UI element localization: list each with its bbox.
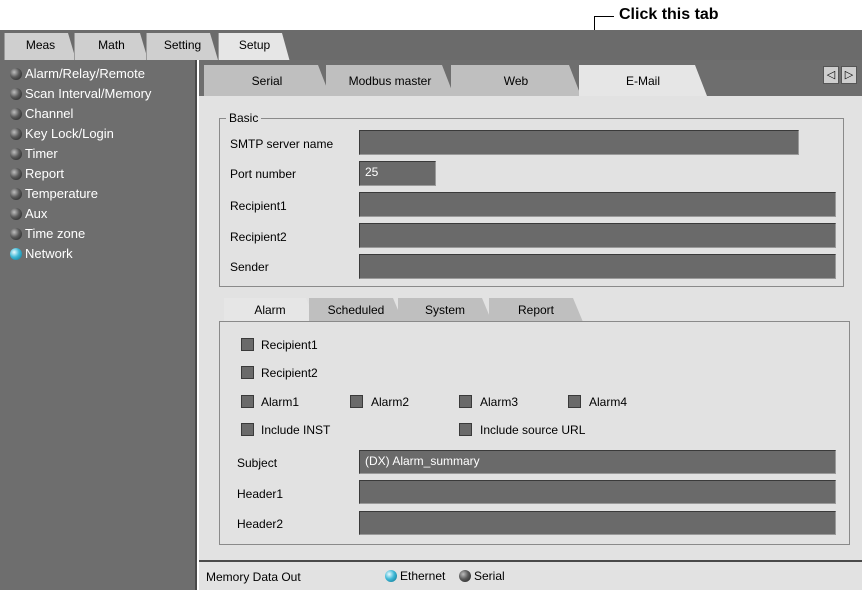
include-url-checkbox[interactable] [459, 423, 472, 436]
sidebar-item-channel[interactable]: Channel [10, 104, 73, 124]
tab-email[interactable]: E-Mail [579, 65, 707, 96]
sidebar-item-time-zone[interactable]: Time zone [10, 224, 85, 244]
serial-radio-label: Serial [474, 569, 505, 583]
include-inst-label: Include INST [261, 423, 331, 437]
scroll-right-button[interactable]: ▷ [841, 66, 857, 84]
sidebar-item-label: Aux [25, 206, 48, 221]
recipient2-checkbox-label: Recipient2 [261, 366, 318, 380]
recipient1-field[interactable] [359, 192, 836, 217]
subject-label: Subject [237, 456, 278, 470]
alarm2-label: Alarm2 [371, 395, 410, 409]
header2-label: Header2 [237, 517, 284, 531]
sidebar-item-label: Report [25, 166, 65, 181]
sidebar-item-timer[interactable]: Timer [10, 144, 58, 164]
triangle-right-icon: ▷ [844, 69, 854, 81]
status-ball-icon [10, 228, 22, 240]
smtp-server-field[interactable] [359, 130, 799, 155]
tab-modbus-master[interactable]: Modbus master [326, 65, 454, 96]
sidebar-item-label: Alarm/Relay/Remote [25, 66, 145, 81]
status-ball-icon [10, 188, 22, 200]
sidebar-item-key-lock-login[interactable]: Key Lock/Login [10, 124, 114, 144]
sender-field[interactable] [359, 254, 836, 279]
radio-selected-icon [385, 570, 397, 582]
include-url-label: Include source URL [480, 423, 586, 437]
sidebar-item-label: Key Lock/Login [25, 126, 114, 141]
tab-math[interactable]: Math [74, 33, 148, 60]
tab-setting[interactable]: Setting [146, 33, 218, 60]
sidebar-item-label: Time zone [25, 226, 86, 241]
sub-tab-bar: Serial Modbus master Web E-Mail ◁ ▷ [199, 60, 862, 96]
tab-meas[interactable]: Meas [4, 33, 76, 60]
sidebar-item-alarm-relay-remote[interactable]: Alarm/Relay/Remote [10, 64, 145, 84]
recipient2-checkbox[interactable] [241, 366, 254, 379]
annotation-line [594, 16, 614, 17]
recipient2-field[interactable] [359, 223, 836, 248]
recipient1-checkbox[interactable] [241, 338, 254, 351]
tab-setup[interactable]: Setup [218, 33, 290, 62]
port-number-label: Port number [230, 167, 297, 181]
sidebar-item-temperature[interactable]: Temperature [10, 184, 98, 204]
port-number-field[interactable]: 25 [359, 161, 436, 186]
header1-label: Header1 [237, 487, 284, 501]
serial-radio[interactable]: Serial [459, 569, 505, 583]
basic-legend: Basic [229, 111, 259, 125]
alarm1-checkbox[interactable] [241, 395, 254, 408]
tab-web[interactable]: Web [451, 65, 581, 96]
status-ball-icon [10, 68, 22, 80]
header1-field[interactable] [359, 480, 836, 504]
sidebar-item-label: Scan Interval/Memory [25, 86, 152, 101]
tab-serial[interactable]: Serial [204, 65, 330, 96]
sender-label: Sender [230, 260, 269, 274]
subject-field[interactable]: (DX) Alarm_summary [359, 450, 836, 474]
sidebar-item-label: Timer [25, 146, 58, 161]
sidebar-item-label: Network [25, 246, 73, 261]
triangle-left-icon: ◁ [826, 69, 836, 81]
ethernet-radio[interactable]: Ethernet [385, 569, 445, 583]
sidebar-item-scan-interval-memory[interactable]: Scan Interval/Memory [10, 84, 151, 104]
sidebar-item-network[interactable]: Network [10, 244, 73, 264]
include-inst-checkbox[interactable] [241, 423, 254, 436]
status-ball-icon [10, 148, 22, 160]
top-tab-bar: Meas Math Setting Setup [0, 30, 862, 60]
alarm3-label: Alarm3 [480, 395, 519, 409]
annotation-text: Click this tab [619, 6, 719, 23]
alarm4-label: Alarm4 [589, 395, 628, 409]
recipient1-checkbox-label: Recipient1 [261, 338, 318, 352]
status-ball-icon [10, 128, 22, 140]
sidebar-item-label: Channel [25, 106, 74, 121]
selected-ball-icon [10, 248, 22, 260]
sidebar: Alarm/Relay/Remote Scan Interval/Memory … [0, 60, 197, 590]
alarm4-checkbox[interactable] [568, 395, 581, 408]
scroll-left-button[interactable]: ◁ [823, 66, 839, 84]
alarm1-label: Alarm1 [261, 395, 300, 409]
ethernet-radio-label: Ethernet [400, 569, 446, 583]
sidebar-item-report[interactable]: Report [10, 164, 64, 184]
smtp-server-label: SMTP server name [230, 137, 334, 151]
header2-field[interactable] [359, 511, 836, 535]
tab-report[interactable]: Report [489, 298, 583, 322]
status-ball-icon [10, 208, 22, 220]
tab-scheduled[interactable]: Scheduled [309, 298, 403, 322]
status-ball-icon [10, 108, 22, 120]
sidebar-item-aux[interactable]: Aux [10, 204, 47, 224]
recipient1-label: Recipient1 [230, 199, 287, 213]
status-ball-icon [10, 168, 22, 180]
alarm3-checkbox[interactable] [459, 395, 472, 408]
memory-data-out-label: Memory Data Out [206, 570, 301, 584]
tab-alarm[interactable]: Alarm [224, 298, 316, 322]
status-ball-icon [10, 88, 22, 100]
recipient2-label: Recipient2 [230, 230, 287, 244]
tab-system[interactable]: System [398, 298, 492, 322]
sidebar-item-label: Temperature [25, 186, 98, 201]
alarm2-checkbox[interactable] [350, 395, 363, 408]
radio-unselected-icon [459, 570, 471, 582]
